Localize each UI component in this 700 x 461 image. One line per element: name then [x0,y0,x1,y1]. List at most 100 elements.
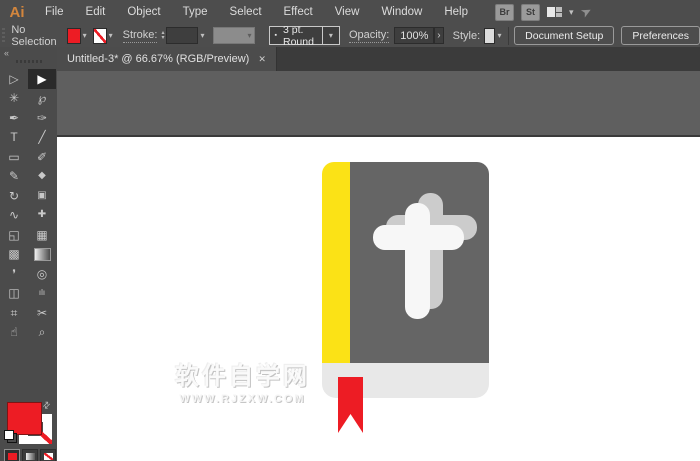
document-tab[interactable]: Untitled-3* @ 66.67% (RGB/Preview) ✕ [57,47,277,71]
panel-grip[interactable] [16,60,42,63]
style-swatch[interactable] [484,27,496,44]
stepper-down-icon[interactable]: ▾ [161,35,164,41]
stroke-color-swatch[interactable] [92,27,107,44]
variable-width-select: ▾ [212,27,255,44]
document-setup-button[interactable]: Document Setup [514,26,615,45]
cross-shape[interactable] [405,203,430,319]
workspace-block [547,7,555,17]
rotate-tool[interactable]: ↻ [0,186,28,206]
type-icon: T [10,130,18,145]
hand-tool[interactable]: ☝ [0,323,28,343]
divider [508,26,510,45]
chevron-down-icon[interactable]: ▾ [109,31,113,40]
stroke-label[interactable]: Stroke: [122,29,158,43]
menu-type[interactable]: Type [172,0,219,24]
panel-grip[interactable] [2,27,6,44]
pasteboard[interactable] [57,71,700,137]
eraser-icon: ◆ [38,170,46,182]
scale-tool[interactable]: ▣ [28,186,56,206]
paintbrush-tool[interactable]: ✐ [28,147,56,167]
pen-tool[interactable]: ✒ [0,108,28,128]
mini-fill-swatch [4,430,14,440]
eyedropper-tool[interactable]: ❜ [0,264,28,284]
shape-builder-tool[interactable]: ◱ [0,225,28,245]
pen-icon: ✒ [8,110,20,125]
stock-button[interactable]: St [521,3,540,21]
menu-help[interactable]: Help [433,0,479,24]
workspace-switcher-icon[interactable] [547,7,562,17]
mesh-tool[interactable]: ▩ [0,245,28,265]
line-icon: ╱ [38,130,46,145]
document-tab-bar: Untitled-3* @ 66.67% (RGB/Preview) ✕ [57,47,700,71]
chevron-down-icon[interactable]: ▾ [83,31,87,40]
lasso-icon: ℘ [37,91,47,106]
gradient-chip [25,452,35,460]
puppet-warp-tool[interactable]: ✚ [28,206,56,226]
swap-fill-stroke-icon[interactable]: ⇄ [40,399,53,412]
share-icon[interactable]: ➤ [577,2,594,21]
gradient-mode-button[interactable] [22,449,38,461]
chevron-down-icon: ▾ [247,31,252,40]
column-graph-tool[interactable]: ılı [28,284,56,304]
stroke-weight-stepper[interactable]: ▴ ▾ [161,30,164,41]
gradient-tool[interactable] [28,245,56,265]
puppet-warp-icon: ✚ [37,209,47,221]
shape-builder-icon: ◱ [8,227,20,242]
direct-selection-icon: ▷ [9,71,19,86]
opacity-arrow-button[interactable]: › [434,27,444,44]
menu-effect[interactable]: Effect [273,0,324,24]
scale-icon: ▣ [37,189,47,201]
eyedropper-icon: ❜ [12,266,16,281]
control-bar: No Selection ▾ ▾ Stroke: ▴ ▾ ▾ ▾ ▪ 3 pt.… [0,24,700,48]
opacity-label[interactable]: Opacity: [348,29,390,43]
selection-tool[interactable]: ▶ [28,69,56,89]
blend-tool[interactable]: ◎ [28,264,56,284]
menu-object[interactable]: Object [116,0,171,24]
artboard-tool[interactable]: ⌗ [0,303,28,323]
default-fill-stroke-icon[interactable] [4,430,17,443]
none-chip [43,452,53,460]
hand-icon: ☝ [10,325,18,340]
chevron-down-icon[interactable]: ▾ [569,7,574,18]
line-segment-tool[interactable]: ╱ [28,128,56,148]
width-tool[interactable]: ∿ [0,206,28,226]
chevron-down-icon[interactable]: ▾ [200,31,204,40]
menu-select[interactable]: Select [219,0,273,24]
magic-wand-tool[interactable]: ✳ [0,89,28,109]
slice-icon: ✂ [36,305,48,320]
slice-tool[interactable]: ✂ [28,303,56,323]
gradient-icon [33,247,51,261]
chevron-down-icon[interactable]: ▾ [329,31,333,40]
cross-shape[interactable] [373,225,464,250]
chevron-down-icon[interactable]: ▾ [497,31,501,40]
eraser-tool[interactable]: ◆ [28,167,56,187]
menu-file[interactable]: File [34,0,75,24]
type-tool[interactable]: T [0,128,28,148]
rectangle-tool[interactable]: ▭ [0,147,28,167]
tool-grid: ▷ ▶ ✳ ℘ ✒ ✑ T ╱ ▭ ✐ ✎ ◆ ↻ ▣ ∿ ✚ ◱ ▦ ▩ ❜ … [0,69,56,342]
bridge-button[interactable]: Br [495,3,514,21]
symbol-sprayer-tool[interactable]: ◫ [0,284,28,304]
direct-selection-tool[interactable]: ▷ [0,69,28,89]
stroke-weight-field[interactable] [166,27,199,44]
none-mode-button[interactable] [40,449,56,461]
curvature-tool[interactable]: ✑ [28,108,56,128]
lasso-tool[interactable]: ℘ [28,89,56,109]
book-spine-shape[interactable] [322,162,350,375]
pencil-tool[interactable]: ✎ [0,167,28,187]
collapse-panel-button[interactable]: « [4,48,9,58]
menu-view[interactable]: View [324,0,371,24]
preferences-button[interactable]: Preferences [621,26,700,45]
zoom-tool[interactable]: ⌕ [28,323,56,343]
illustrator-window: Ai File Edit Object Type Select Effect V… [0,0,700,461]
perspective-grid-tool[interactable]: ▦ [28,225,56,245]
brush-definition-select[interactable]: ▪ 3 pt. Round ▾ [268,24,340,48]
menu-edit[interactable]: Edit [75,0,117,24]
color-mode-button[interactable] [4,449,20,461]
brush-dropdown-segment[interactable]: ▾ [321,27,339,44]
fill-color-swatch[interactable] [66,27,81,44]
perspective-grid-icon: ▦ [36,227,48,242]
opacity-field[interactable]: 100% [394,27,435,44]
close-icon[interactable]: ✕ [258,54,266,65]
menu-window[interactable]: Window [370,0,433,24]
